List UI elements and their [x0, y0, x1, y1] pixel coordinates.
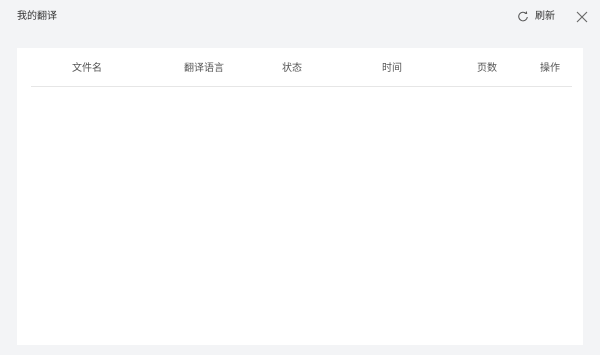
- column-header-time[interactable]: 时间: [382, 62, 402, 75]
- table-header: 文件名 翻译语言 状态 时间 页数 操作: [31, 48, 572, 87]
- dialog-header: 我的翻译 刷新: [0, 0, 600, 36]
- close-button[interactable]: [575, 10, 589, 24]
- refresh-icon: [517, 11, 529, 23]
- column-header-pages[interactable]: 页数: [477, 62, 497, 75]
- column-header-status[interactable]: 状态: [282, 62, 302, 75]
- column-header-filename[interactable]: 文件名: [72, 62, 102, 75]
- refresh-button[interactable]: 刷新: [517, 9, 555, 25]
- refresh-label: 刷新: [535, 11, 555, 22]
- dialog-title: 我的翻译: [17, 11, 57, 22]
- translations-panel: 文件名 翻译语言 状态 时间 页数 操作: [17, 48, 583, 345]
- column-header-actions[interactable]: 操作: [540, 62, 560, 75]
- column-header-language[interactable]: 翻译语言: [184, 62, 224, 75]
- close-icon: [576, 11, 588, 23]
